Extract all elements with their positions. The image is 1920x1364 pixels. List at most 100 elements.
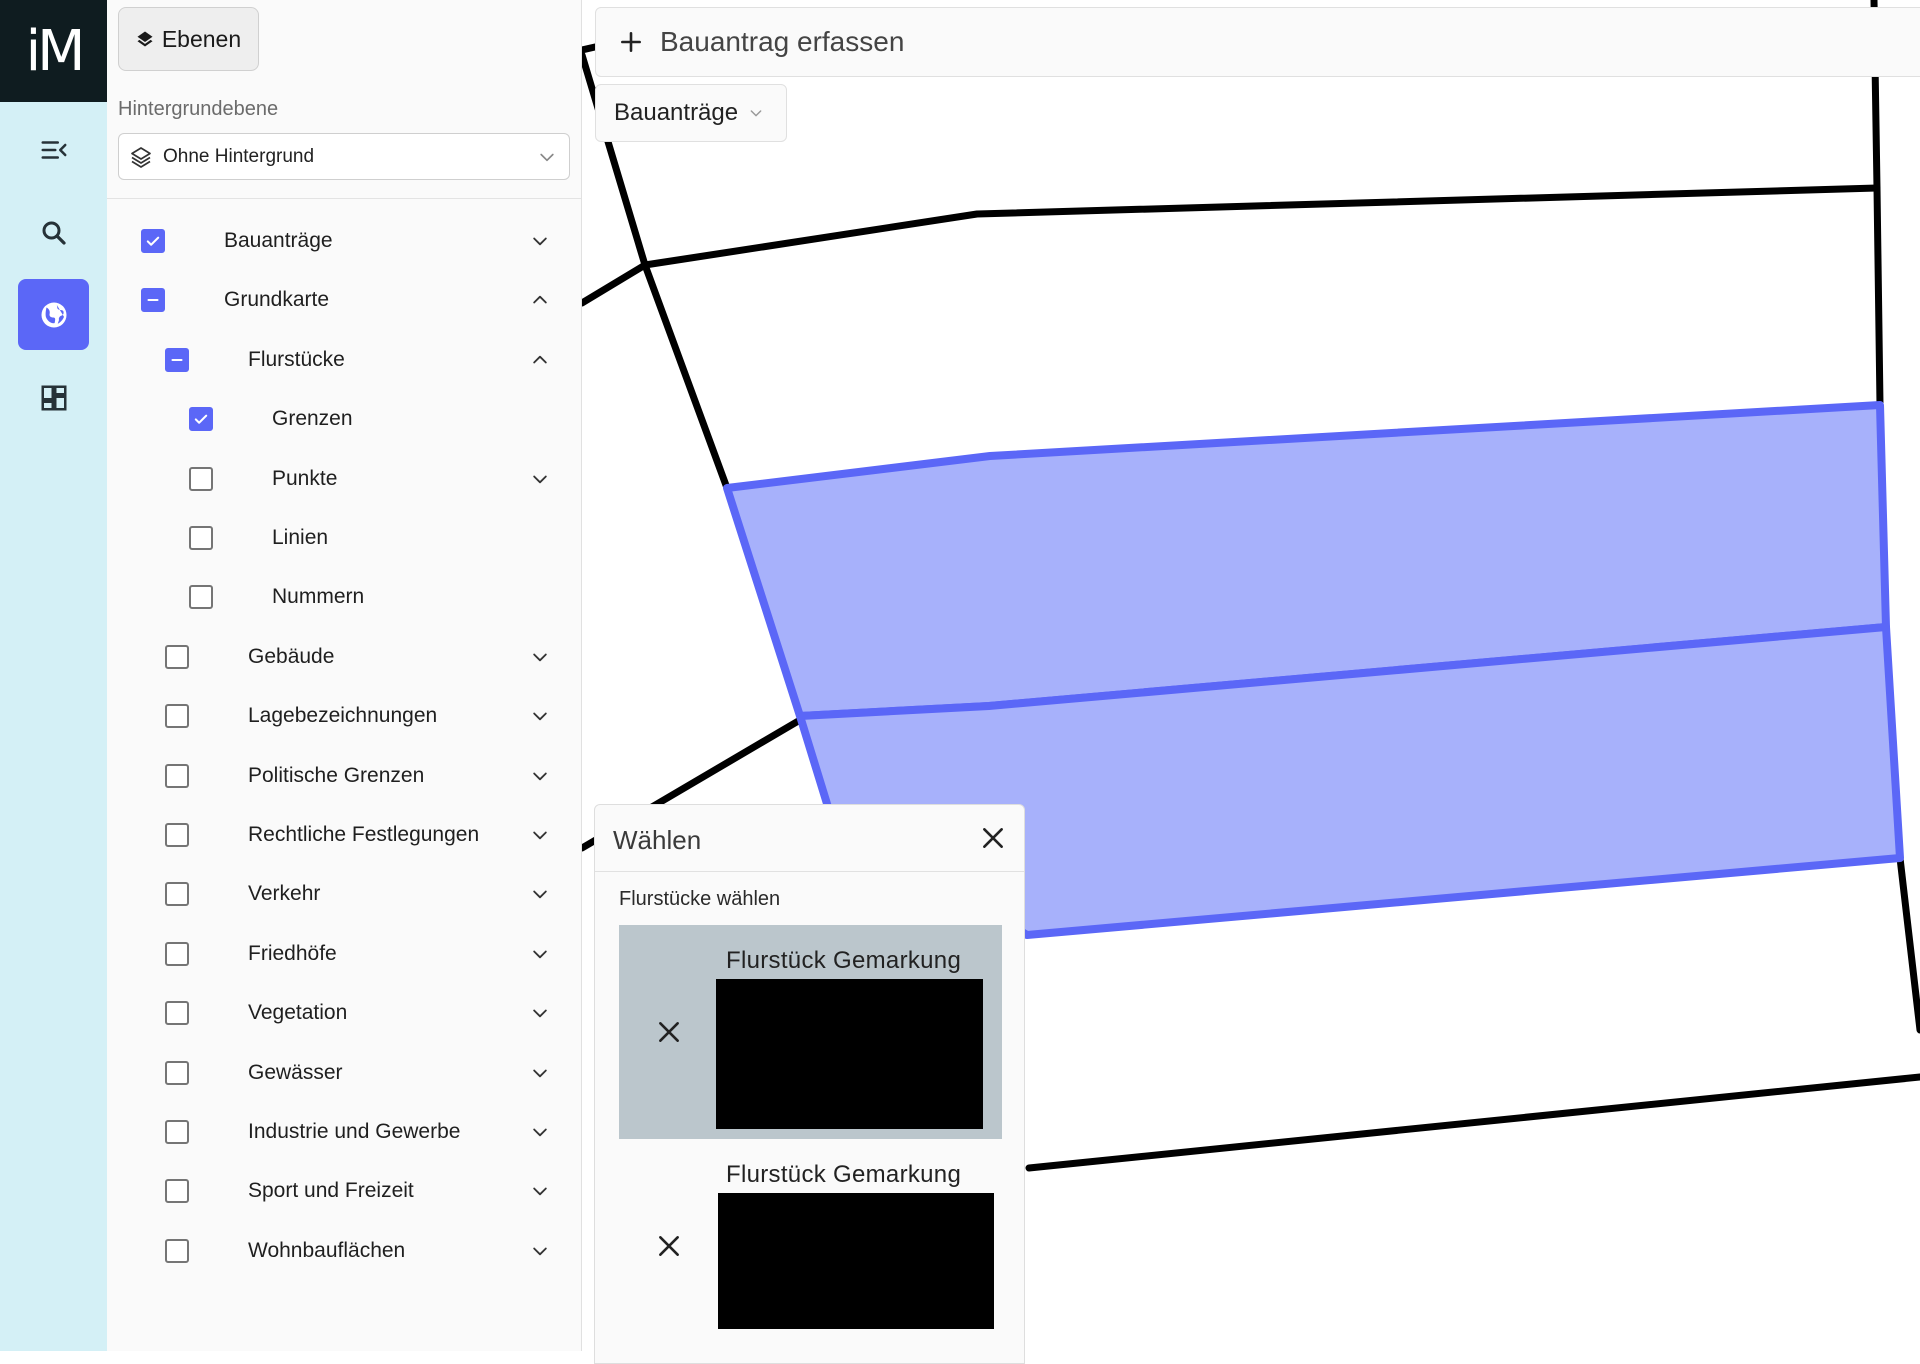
parcel-boundary: [1896, 854, 1920, 1034]
parcel-item-label: Flurstück Gemarkung: [726, 1161, 962, 1188]
dialog-subtitle: Flurstücke wählen: [619, 888, 781, 910]
background-layer-value: Ohne Hintergrund: [163, 145, 315, 167]
layer-panel: Ebenen Hintergrundebene Ohne Hintergrund…: [107, 0, 582, 1351]
chevron-down-icon[interactable]: [530, 825, 550, 845]
layer-row-linien[interactable]: Linien: [107, 514, 581, 562]
layer-checkbox[interactable]: [165, 704, 189, 729]
layer-row-vegetation[interactable]: Vegetation: [107, 989, 581, 1037]
ebenen-label: Ebenen: [161, 25, 242, 52]
layer-checkbox[interactable]: [189, 407, 213, 432]
layers-icon: [137, 31, 153, 47]
layer-row-wohnbauflächen[interactable]: Wohnbauflächen: [107, 1227, 581, 1275]
search-icon: [42, 221, 66, 245]
ebenen-button[interactable]: Ebenen: [118, 7, 259, 71]
layer-label: Nummern: [272, 585, 365, 609]
chevron-down-icon[interactable]: [530, 1241, 550, 1261]
layer-row-gewässer[interactable]: Gewässer: [107, 1049, 581, 1097]
layer-checkbox[interactable]: [189, 466, 213, 491]
parcel-item-label: Flurstück Gemarkung: [726, 947, 962, 974]
chevron-up-icon[interactable]: [530, 290, 550, 310]
layer-row-punkte[interactable]: Punkte: [107, 455, 581, 503]
layer-checkbox[interactable]: [165, 823, 189, 847]
chevron-down-icon[interactable]: [530, 469, 550, 489]
dashboard-button[interactable]: [18, 362, 89, 433]
chevron-up-icon[interactable]: [530, 350, 550, 370]
chevron-down-icon[interactable]: [530, 1122, 550, 1142]
logo-text: iM: [25, 18, 86, 84]
layer-checkbox[interactable]: [165, 1001, 189, 1026]
layer-checkbox[interactable]: [165, 1179, 189, 1204]
layer-label: Gewässer: [248, 1060, 343, 1084]
layer-checkbox[interactable]: [165, 1060, 189, 1085]
background-layer-label: Hintergrundebene: [118, 98, 279, 120]
remove-icon[interactable]: [656, 1019, 682, 1045]
globe-icon: [41, 302, 66, 327]
layer-checkbox[interactable]: [165, 1238, 189, 1263]
layers-outline-icon: [131, 146, 151, 168]
layer-checkbox[interactable]: [141, 288, 165, 313]
app-logo[interactable]: iM: [0, 0, 107, 102]
dialog-header: Wählen: [595, 805, 1024, 872]
layer-row-flurstücke[interactable]: Flurstücke: [107, 336, 581, 384]
chevron-down-icon[interactable]: [530, 647, 550, 667]
layer-row-grenzen[interactable]: Grenzen: [107, 395, 581, 443]
layer-row-verkehr[interactable]: Verkehr: [107, 870, 581, 918]
background-layer-select[interactable]: Ohne Hintergrund: [118, 133, 570, 180]
dialog-title: Wählen: [613, 825, 702, 855]
chevron-down-icon: [540, 153, 554, 162]
layer-label: Friedhöfe: [248, 941, 337, 965]
remove-icon[interactable]: [656, 1233, 682, 1259]
redacted-parcel-details: [718, 1193, 994, 1329]
chevron-down-icon[interactable]: [530, 884, 550, 904]
layer-checkbox[interactable]: [189, 585, 213, 610]
layer-checkbox[interactable]: [141, 229, 165, 253]
layer-row-friedhöfe[interactable]: Friedhöfe: [107, 930, 581, 978]
layer-row-grundkarte[interactable]: Grundkarte: [107, 276, 581, 324]
layer-label: Punkte: [272, 466, 338, 490]
layer-label: Gebäude: [248, 644, 335, 668]
chevron-down-icon[interactable]: [530, 1181, 550, 1201]
chevron-down-icon[interactable]: [530, 766, 550, 786]
chevron-down-icon[interactable]: [530, 1003, 550, 1023]
selected-parcel-item[interactable]: Flurstück Gemarkung: [619, 925, 1002, 1139]
layer-label: Vegetation: [248, 1001, 348, 1025]
layers-map-button[interactable]: [18, 279, 89, 350]
layer-label: Grenzen: [272, 407, 353, 431]
chevron-down-icon: [750, 110, 762, 117]
layer-label: Grundkarte: [224, 288, 330, 312]
plus-icon: [621, 32, 641, 52]
parcel-item[interactable]: Flurstück Gemarkung: [619, 1139, 1002, 1353]
collapse-menu-button[interactable]: [18, 114, 89, 185]
layer-row-nummern[interactable]: Nummern: [107, 573, 581, 621]
bauantraege-filter-dropdown[interactable]: Bauanträge: [595, 84, 787, 142]
chevron-down-icon[interactable]: [530, 944, 550, 964]
layer-row-rechtliche-festlegungen[interactable]: Rechtliche Festlegungen: [107, 811, 581, 859]
layer-checkbox[interactable]: [165, 644, 189, 669]
chevron-down-icon[interactable]: [530, 1063, 550, 1083]
layer-checkbox[interactable]: [165, 882, 189, 907]
create-bauantrag-bar[interactable]: Bauantrag erfassen: [595, 7, 1920, 77]
close-icon[interactable]: [980, 825, 1006, 851]
parcel-boundary: [641, 184, 1881, 269]
chevron-down-icon[interactable]: [530, 231, 550, 251]
bauantraege-filter-label: Bauanträge: [614, 99, 739, 126]
layer-row-lagebezeichnungen[interactable]: Lagebezeichnungen: [107, 692, 581, 740]
layer-checkbox[interactable]: [165, 941, 189, 966]
menu-collapse-icon: [41, 140, 66, 159]
layer-label: Politische Grenzen: [248, 763, 425, 787]
layer-row-sport-und-freizeit[interactable]: Sport und Freizeit: [107, 1167, 581, 1215]
search-button[interactable]: [18, 197, 89, 268]
layer-row-industrie-und-gewerbe[interactable]: Industrie und Gewerbe: [107, 1108, 581, 1156]
layer-row-politische-grenzen[interactable]: Politische Grenzen: [107, 752, 581, 800]
layer-row-bauanträge[interactable]: Bauanträge: [107, 217, 581, 265]
layer-row-gebäude[interactable]: Gebäude: [107, 633, 581, 681]
layer-checkbox[interactable]: [165, 763, 189, 788]
layer-label: Industrie und Gewerbe: [248, 1120, 461, 1143]
layer-checkbox[interactable]: [189, 526, 213, 550]
chevron-down-icon[interactable]: [530, 706, 550, 726]
layer-checkbox[interactable]: [165, 1120, 189, 1144]
redacted-parcel-details: [716, 979, 983, 1129]
layer-label: Linien: [272, 526, 329, 549]
layer-label: Flurstücke: [248, 347, 345, 371]
layer-checkbox[interactable]: [165, 347, 189, 372]
